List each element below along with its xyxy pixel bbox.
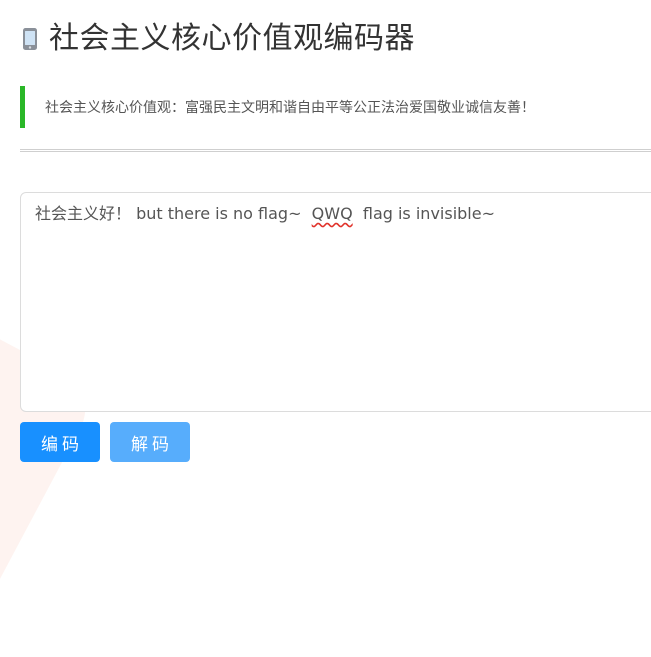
misspelled-word: QWQ xyxy=(311,204,353,223)
page-title: 社会主义核心价值观编码器 xyxy=(49,21,415,56)
decode-button[interactable]: 解码 xyxy=(110,422,190,462)
phone-icon xyxy=(22,27,38,51)
section-divider xyxy=(20,149,651,152)
encode-button[interactable]: 编码 xyxy=(20,422,100,462)
values-notice: 社会主义核心价值观：富强民主文明和谐自由平等公正法治爱国敬业诚信友善！ xyxy=(20,86,651,128)
notice-text: 社会主义核心价值观：富强民主文明和谐自由平等公正法治爱国敬业诚信友善！ xyxy=(45,100,535,116)
text-part-1: 社会主义好！ but there is no flag~ xyxy=(35,204,312,223)
message-textarea[interactable]: 社会主义好！ but there is no flag~ QWQ flag is… xyxy=(20,192,651,412)
page-header: 社会主义核心价值观编码器 xyxy=(22,18,415,60)
text-part-2: flag is invisible~ xyxy=(352,204,495,223)
